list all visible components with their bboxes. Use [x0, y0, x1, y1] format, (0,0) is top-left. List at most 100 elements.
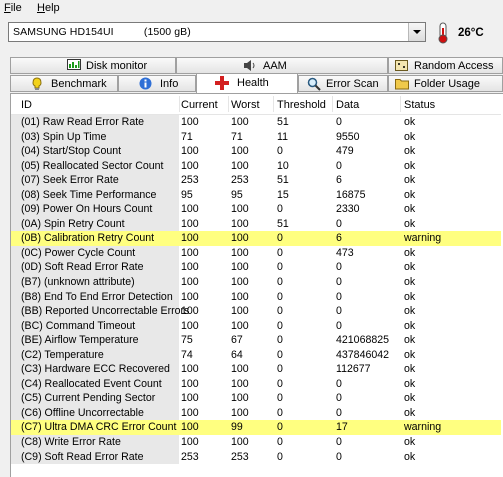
cell-current: 100 — [181, 232, 199, 245]
id-cell: (C6) Offline Uncorrectable — [11, 405, 179, 421]
cell-threshold: 0 — [277, 246, 283, 259]
cell-current: 253 — [181, 450, 199, 463]
cell-threshold: 0 — [277, 363, 283, 376]
table-row[interactable]: (C2) Temperature 74 64 0 437846042 ok — [11, 347, 501, 363]
menu-help[interactable]: Help — [37, 2, 60, 14]
health-cross-icon — [215, 76, 229, 90]
table-row[interactable]: (03) Spin Up Time 71 71 11 9550 ok — [11, 129, 501, 145]
cell-data: 6 — [336, 232, 342, 245]
attribute-id: (0D) Soft Read Error Rate — [21, 261, 144, 274]
tab-disk-monitor[interactable]: Disk monitor — [10, 57, 176, 74]
cell-current: 100 — [181, 305, 199, 318]
attribute-id: (0C) Power Cycle Count — [21, 246, 136, 259]
table-row[interactable]: (0B) Calibration Retry Count 100 100 0 6 warn… — [11, 231, 501, 246]
column-header-data[interactable]: Data — [336, 99, 359, 111]
table-row[interactable]: (C7) Ultra DMA CRC Error Count 100 99 0 17 wa… — [11, 420, 501, 436]
cell-threshold: 0 — [277, 276, 283, 289]
table-row[interactable]: (C3) Hardware ECC Recovered 100 100 0 112677… — [11, 362, 501, 377]
table-row[interactable]: (B8) End To End Error Detection 100 100 0 0 o… — [11, 289, 501, 305]
tab-error-scan[interactable]: Error Scan — [298, 75, 388, 92]
cell-threshold: 51 — [277, 174, 289, 187]
column-header-worst[interactable]: Worst — [231, 99, 260, 111]
cell-current: 100 — [181, 159, 199, 172]
table-row[interactable]: (01) Raw Read Error Rate 100 100 51 0 ok — [11, 115, 501, 130]
attribute-id: (C6) Offline Uncorrectable — [21, 406, 144, 419]
id-cell: (B8) End To End Error Detection — [11, 289, 179, 305]
drive-select[interactable]: SAMSUNG HD154UI (1500 gB) — [8, 22, 426, 42]
cell-status: ok — [404, 276, 416, 289]
table-row[interactable]: (C5) Current Pending Sector 100 100 0 0 ok — [11, 391, 501, 406]
cell-status: ok — [404, 246, 416, 259]
attribute-id: (B8) End To End Error Detection — [21, 290, 173, 303]
column-header-threshold[interactable]: Threshold — [277, 99, 326, 111]
table-row[interactable]: (04) Start/Stop Count 100 100 0 479 ok — [11, 144, 501, 159]
cell-data: 0 — [336, 305, 342, 318]
table-row[interactable]: (BE) Airflow Temperature 75 67 0 421068825 ok — [11, 333, 501, 348]
attribute-id: (C5) Current Pending Sector — [21, 392, 156, 405]
table-row[interactable]: (05) Reallocated Sector Count 100 100 10 0 ok — [11, 158, 501, 174]
cell-threshold: 51 — [277, 217, 289, 230]
column-header-status[interactable]: Status — [404, 99, 435, 111]
cell-status: ok — [404, 188, 416, 201]
cell-worst: 95 — [231, 188, 243, 201]
id-cell: (08) Seek Time Performance — [11, 187, 179, 203]
chevron-down-icon — [413, 30, 421, 34]
attribute-id: (C8) Write Error Rate — [21, 436, 121, 449]
table-row[interactable]: (0D) Soft Read Error Rate 100 100 0 0 ok — [11, 260, 501, 276]
cell-worst: 100 — [231, 217, 249, 230]
cell-worst: 100 — [231, 392, 249, 405]
tab-aam[interactable]: AAM — [176, 57, 388, 74]
table-row[interactable]: (BC) Command Timeout 100 100 0 0 ok — [11, 318, 501, 334]
table-row[interactable]: (09) Power On Hours Count 100 100 0 2330 ok — [11, 202, 501, 217]
attribute-id: (0B) Calibration Retry Count — [21, 232, 155, 245]
cell-worst: 100 — [231, 290, 249, 303]
cell-status: ok — [404, 116, 416, 128]
cell-current: 100 — [181, 319, 199, 332]
id-cell: (C5) Current Pending Sector — [11, 391, 179, 406]
attribute-id: (01) Raw Read Error Rate — [21, 116, 145, 128]
column-header-id[interactable]: ID — [21, 99, 32, 111]
attribute-id: (09) Power On Hours Count — [21, 203, 153, 216]
tab-health[interactable]: Health — [196, 73, 298, 93]
cell-current: 100 — [181, 116, 199, 128]
table-row[interactable]: (C8) Write Error Rate 100 100 0 0 ok — [11, 435, 501, 450]
table-row[interactable]: (0C) Power Cycle Count 100 100 0 473 ok — [11, 245, 501, 261]
cell-current: 95 — [181, 188, 193, 201]
table-row[interactable]: (0A) Spin Retry Count 100 100 51 0 ok — [11, 216, 501, 232]
table-row[interactable]: (B7) (unknown attribute) 100 100 0 0 ok — [11, 275, 501, 290]
cell-threshold: 0 — [277, 334, 283, 347]
table-row[interactable]: (C9) Soft Read Error Rate 253 253 0 0 ok — [11, 449, 501, 465]
cell-data: 421068825 — [336, 334, 390, 347]
table-row[interactable]: (C6) Offline Uncorrectable 100 100 0 0 ok — [11, 405, 501, 421]
menu-file[interactable]: File — [4, 2, 22, 14]
speaker-icon — [244, 60, 255, 71]
table-row[interactable]: (07) Seek Error Rate 253 253 51 6 ok — [11, 173, 501, 188]
id-cell: (B7) (unknown attribute) — [11, 275, 179, 290]
table-row[interactable]: (C4) Reallocated Event Count 100 100 0 0 ok — [11, 376, 501, 392]
cell-worst: 253 — [231, 174, 249, 187]
cell-threshold: 0 — [277, 406, 283, 419]
tab-benchmark[interactable]: Benchmark — [10, 75, 118, 92]
column-header-current[interactable]: Current — [181, 99, 218, 111]
tab-random-access[interactable]: Random Access — [388, 57, 503, 74]
cell-threshold: 15 — [277, 188, 289, 201]
cell-current: 74 — [181, 348, 193, 361]
cell-status: warning — [404, 232, 442, 245]
table-row[interactable]: (BB) Reported Uncorrectable Errors 100 100… — [11, 304, 501, 319]
cell-worst: 67 — [231, 334, 243, 347]
dropdown-arrow-button[interactable] — [408, 23, 425, 41]
tab-info[interactable]: Info — [118, 75, 196, 92]
cell-data: 16875 — [336, 188, 366, 201]
cell-data: 0 — [336, 319, 342, 332]
cell-current: 100 — [181, 421, 199, 434]
attribute-id: (08) Seek Time Performance — [21, 188, 157, 201]
info-icon — [139, 77, 152, 90]
table-header: ID Current Worst Threshold Data Status — [11, 94, 501, 115]
tab-folder-usage[interactable]: Folder Usage — [388, 75, 503, 92]
cell-data: 0 — [336, 450, 342, 463]
cell-worst: 100 — [231, 203, 249, 216]
table-row[interactable]: (08) Seek Time Performance 95 95 15 16875 ok — [11, 187, 501, 203]
cell-threshold: 0 — [277, 305, 283, 318]
cell-status: ok — [404, 174, 416, 187]
cell-threshold: 0 — [277, 290, 283, 303]
